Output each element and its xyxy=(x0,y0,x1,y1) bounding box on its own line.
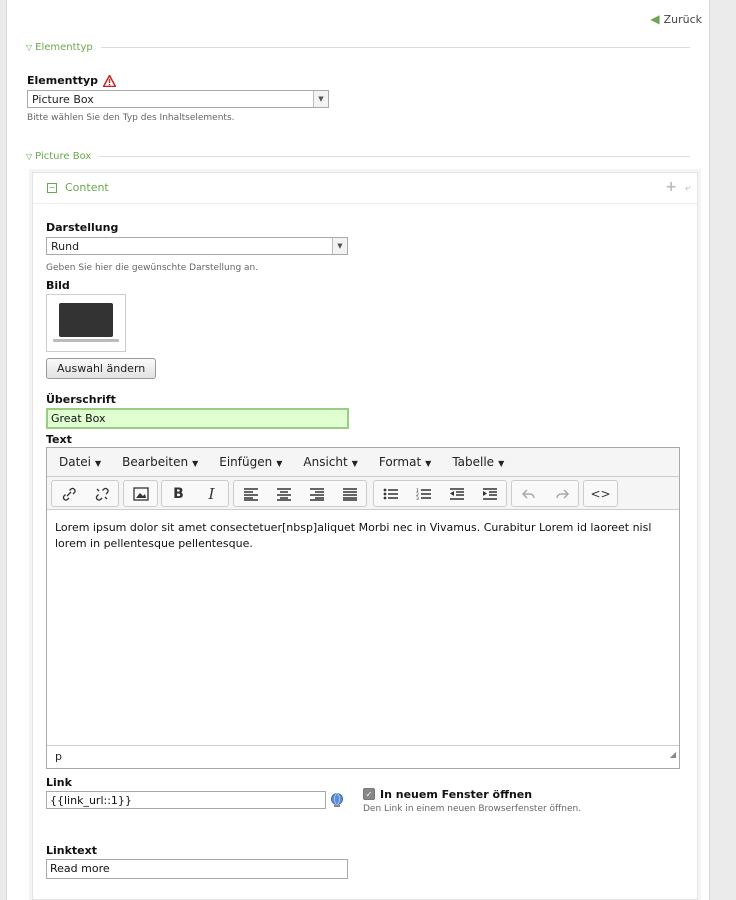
new-window-hint: Den Link in einem neuen Browserfenster ö… xyxy=(363,804,582,814)
resize-handle-icon[interactable]: ◢ xyxy=(670,744,676,766)
link-input[interactable]: {{link_url::1}} xyxy=(46,791,326,809)
toolbar-group-format: B I xyxy=(161,480,229,507)
linktext-label: Linktext xyxy=(46,844,97,857)
new-window-label: In neuem Fenster öffnen xyxy=(380,788,533,801)
legend-picturebox-label: Picture Box xyxy=(35,151,92,162)
menu-format[interactable]: Format ▼ xyxy=(379,455,431,469)
align-justify-icon[interactable] xyxy=(333,481,366,506)
collapse-minus-icon[interactable]: − xyxy=(47,183,57,193)
toolbar-group-image xyxy=(123,480,158,507)
back-link[interactable]: ◀ Zurück xyxy=(650,12,702,26)
elementtyp-selected-value: Picture Box xyxy=(32,93,94,106)
menu-einfuegen[interactable]: Einfügen ▼ xyxy=(219,455,282,469)
outdent-icon[interactable] xyxy=(440,481,473,506)
menu-bearbeiten[interactable]: Bearbeiten ▼ xyxy=(122,455,198,469)
legend-elementtyp[interactable]: ▽ Elementtyp xyxy=(26,42,690,53)
back-label: Zurück xyxy=(663,12,702,26)
caret-down-icon: ▼ xyxy=(425,459,432,468)
bold-icon[interactable]: B xyxy=(162,481,195,506)
italic-icon[interactable]: I xyxy=(195,481,228,506)
bild-label: Bild xyxy=(46,279,70,292)
link-label: Link xyxy=(46,776,72,789)
caret-down-icon: ▼ xyxy=(95,459,102,468)
content-box-header: − Content + ⤶ xyxy=(33,173,697,204)
svg-text:3: 3 xyxy=(416,496,419,501)
content-box-title: Content xyxy=(65,181,109,194)
editor-menubar: Datei ▼ Bearbeiten ▼ Einfügen ▼ Ansicht ▼ Fo… xyxy=(47,448,679,477)
editor-content[interactable]: Lorem ipsum dolor sit amet consectetuer[… xyxy=(55,520,661,552)
elementtyp-label-text: Elementtyp xyxy=(27,74,99,87)
elementtyp-select[interactable]: Picture Box ▼ xyxy=(27,90,329,108)
caret-down-icon: ▼ xyxy=(498,459,505,468)
elementtyp-field-label: Elementtyp xyxy=(27,74,117,87)
align-left-icon[interactable] xyxy=(234,481,267,506)
editor-toolbar: B I 123 <> xyxy=(47,477,679,510)
back-arrow-icon: ◀ xyxy=(650,12,660,26)
ueberschrift-label: Überschrift xyxy=(46,393,116,406)
image-thumbnail[interactable] xyxy=(46,294,126,352)
source-code-icon[interactable]: <> xyxy=(584,481,617,506)
unlink-icon[interactable] xyxy=(85,481,118,506)
toolbar-group-align xyxy=(233,480,367,507)
menu-ansicht[interactable]: Ansicht ▼ xyxy=(303,455,357,469)
indent-icon[interactable] xyxy=(473,481,506,506)
darstellung-selected-value: Rund xyxy=(51,240,80,253)
legend-picturebox[interactable]: ▽ Picture Box xyxy=(26,151,690,162)
linktext-input[interactable]: Read more xyxy=(46,859,348,879)
caret-down-icon: ▼ xyxy=(192,459,199,468)
element-path: p xyxy=(55,750,62,763)
caret-down-icon: ▼ xyxy=(276,459,283,468)
move-icon[interactable]: ⤶ xyxy=(685,181,691,195)
toolbar-group-code: <> xyxy=(583,480,618,507)
menu-datei[interactable]: Datei ▼ xyxy=(59,455,101,469)
align-center-icon[interactable] xyxy=(267,481,300,506)
undo-icon[interactable] xyxy=(512,481,545,506)
laptop-image xyxy=(59,303,113,337)
elementtyp-hint: Bitte wählen Sie den Typ des Inhaltselem… xyxy=(27,113,235,123)
menu-tabelle[interactable]: Tabelle ▼ xyxy=(452,455,504,469)
legend-divider xyxy=(100,47,690,48)
change-selection-button[interactable]: Auswahl ändern xyxy=(46,358,157,379)
toolbar-group-links xyxy=(51,480,119,507)
darstellung-select[interactable]: Rund ▼ xyxy=(46,237,348,255)
chevron-down-icon: ▼ xyxy=(313,91,328,107)
toolbar-group-lists: 123 xyxy=(373,480,507,507)
collapse-triangle-icon: ▽ xyxy=(26,152,33,161)
link-icon[interactable] xyxy=(52,481,85,506)
text-label: Text xyxy=(46,433,72,446)
caret-down-icon: ▼ xyxy=(351,459,358,468)
add-icon[interactable]: + xyxy=(665,179,677,195)
align-right-icon[interactable] xyxy=(300,481,333,506)
rich-text-editor: Datei ▼ Bearbeiten ▼ Einfügen ▼ Ansicht ▼ Fo… xyxy=(46,447,680,769)
new-window-checkbox[interactable]: ✓ xyxy=(363,788,375,800)
pagepicker-globe-icon[interactable] xyxy=(330,792,344,808)
numbered-list-icon[interactable]: 123 xyxy=(407,481,440,506)
legend-elementtyp-label: Elementtyp xyxy=(35,42,93,53)
laptop-base xyxy=(53,339,119,342)
collapse-triangle-icon: ▽ xyxy=(26,43,33,52)
image-icon[interactable] xyxy=(124,481,157,506)
ueberschrift-input[interactable]: Great Box xyxy=(46,408,349,429)
legend-divider xyxy=(99,156,690,157)
redo-icon[interactable] xyxy=(545,481,578,506)
editor-statusbar: p ◢ xyxy=(47,745,679,768)
bullet-list-icon[interactable] xyxy=(374,481,407,506)
chevron-down-icon: ▼ xyxy=(332,238,347,254)
darstellung-hint: Geben Sie hier die gewünschte Darstellun… xyxy=(46,263,259,273)
toolbar-group-history xyxy=(511,480,579,507)
darstellung-label: Darstellung xyxy=(46,221,119,234)
warning-icon xyxy=(103,74,117,87)
